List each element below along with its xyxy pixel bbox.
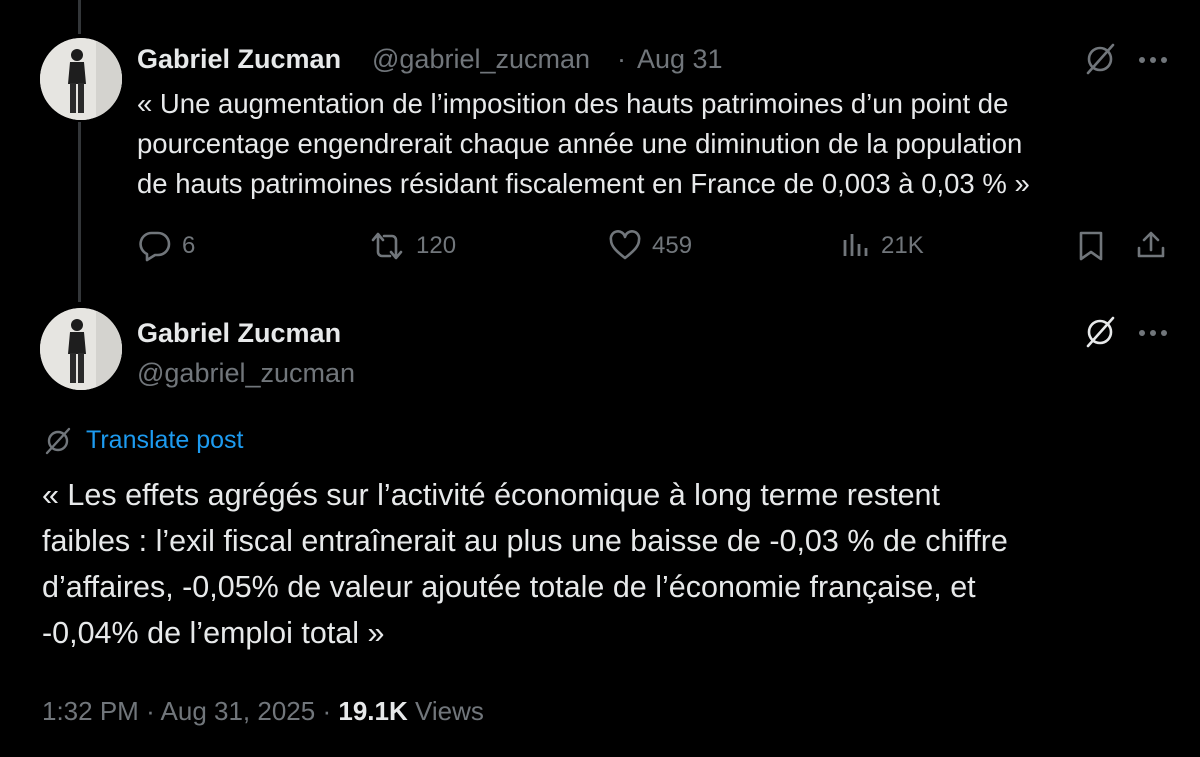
post-text-line: d’affaires, -0,05% de valeur ajoutée tot…	[42, 570, 976, 604]
reply-icon	[139, 231, 171, 262]
translate-post-link[interactable]: Translate post	[44, 426, 243, 455]
post-date[interactable]: Aug 31	[637, 44, 723, 75]
avatar[interactable]	[40, 38, 122, 120]
author-name[interactable]: Gabriel Zucman	[137, 318, 341, 349]
globe-icon	[45, 427, 71, 454]
grok-icon[interactable]	[1083, 315, 1117, 349]
grok-icon[interactable]	[1083, 42, 1117, 76]
author-handle[interactable]: @gabriel_zucman	[372, 44, 590, 75]
like-button[interactable]: 459	[608, 230, 692, 262]
avatar-photo	[40, 308, 122, 390]
thread-line-top	[78, 0, 81, 34]
repost-button[interactable]: 120	[368, 230, 456, 262]
bookmark-icon[interactable]	[1077, 230, 1105, 262]
post-text-line: -0,04% de l’emploi total »	[42, 616, 385, 650]
footer-separator: ·	[146, 696, 155, 726]
views-button[interactable]: 21K	[841, 230, 924, 262]
avatar[interactable]	[40, 308, 122, 390]
post-text-line: de hauts patrimoines résidant fiscalemen…	[137, 168, 1030, 199]
meta-separator: ·	[617, 44, 626, 74]
repost-count: 120	[416, 232, 457, 259]
share-icon[interactable]	[1135, 229, 1167, 261]
thread-line-connector	[78, 122, 81, 302]
avatar-photo	[40, 38, 122, 120]
post-footer: 1:32 PM · Aug 31, 2025 · 19.1K Views	[42, 696, 484, 727]
views-count: 19.1K	[338, 696, 408, 726]
footer-separator: ·	[322, 696, 332, 726]
author-handle[interactable]: @gabriel_zucman	[137, 358, 355, 389]
views-icon	[843, 234, 868, 256]
more-icon[interactable]	[1138, 329, 1168, 337]
like-icon	[609, 230, 641, 260]
post-text-line: « Les effets agrégés sur l’activité écon…	[42, 478, 940, 512]
post-text-line: faibles : l’exil fiscal entraînerait au …	[42, 524, 1008, 558]
more-icon[interactable]	[1138, 56, 1168, 64]
post-text-line: « Une augmentation de l’imposition des h…	[137, 88, 1009, 119]
post-text: « Une augmentation de l’imposition des h…	[137, 84, 1030, 204]
views-count: 21K	[881, 232, 924, 259]
views-label: Views	[415, 696, 484, 726]
reply-button[interactable]: 6	[138, 230, 195, 262]
post-text: « Les effets agrégés sur l’activité écon…	[42, 472, 1008, 656]
post-time[interactable]: 1:32 PM	[42, 696, 139, 726]
author-name[interactable]: Gabriel Zucman	[137, 44, 341, 75]
post-full-date[interactable]: Aug 31, 2025	[161, 696, 316, 726]
translate-label[interactable]: Translate post	[86, 426, 243, 455]
repost-icon	[371, 232, 403, 260]
reply-count: 6	[182, 232, 196, 259]
like-count: 459	[652, 232, 693, 259]
post-text-line: pourcentage engendrerait chaque année un…	[137, 128, 1023, 159]
